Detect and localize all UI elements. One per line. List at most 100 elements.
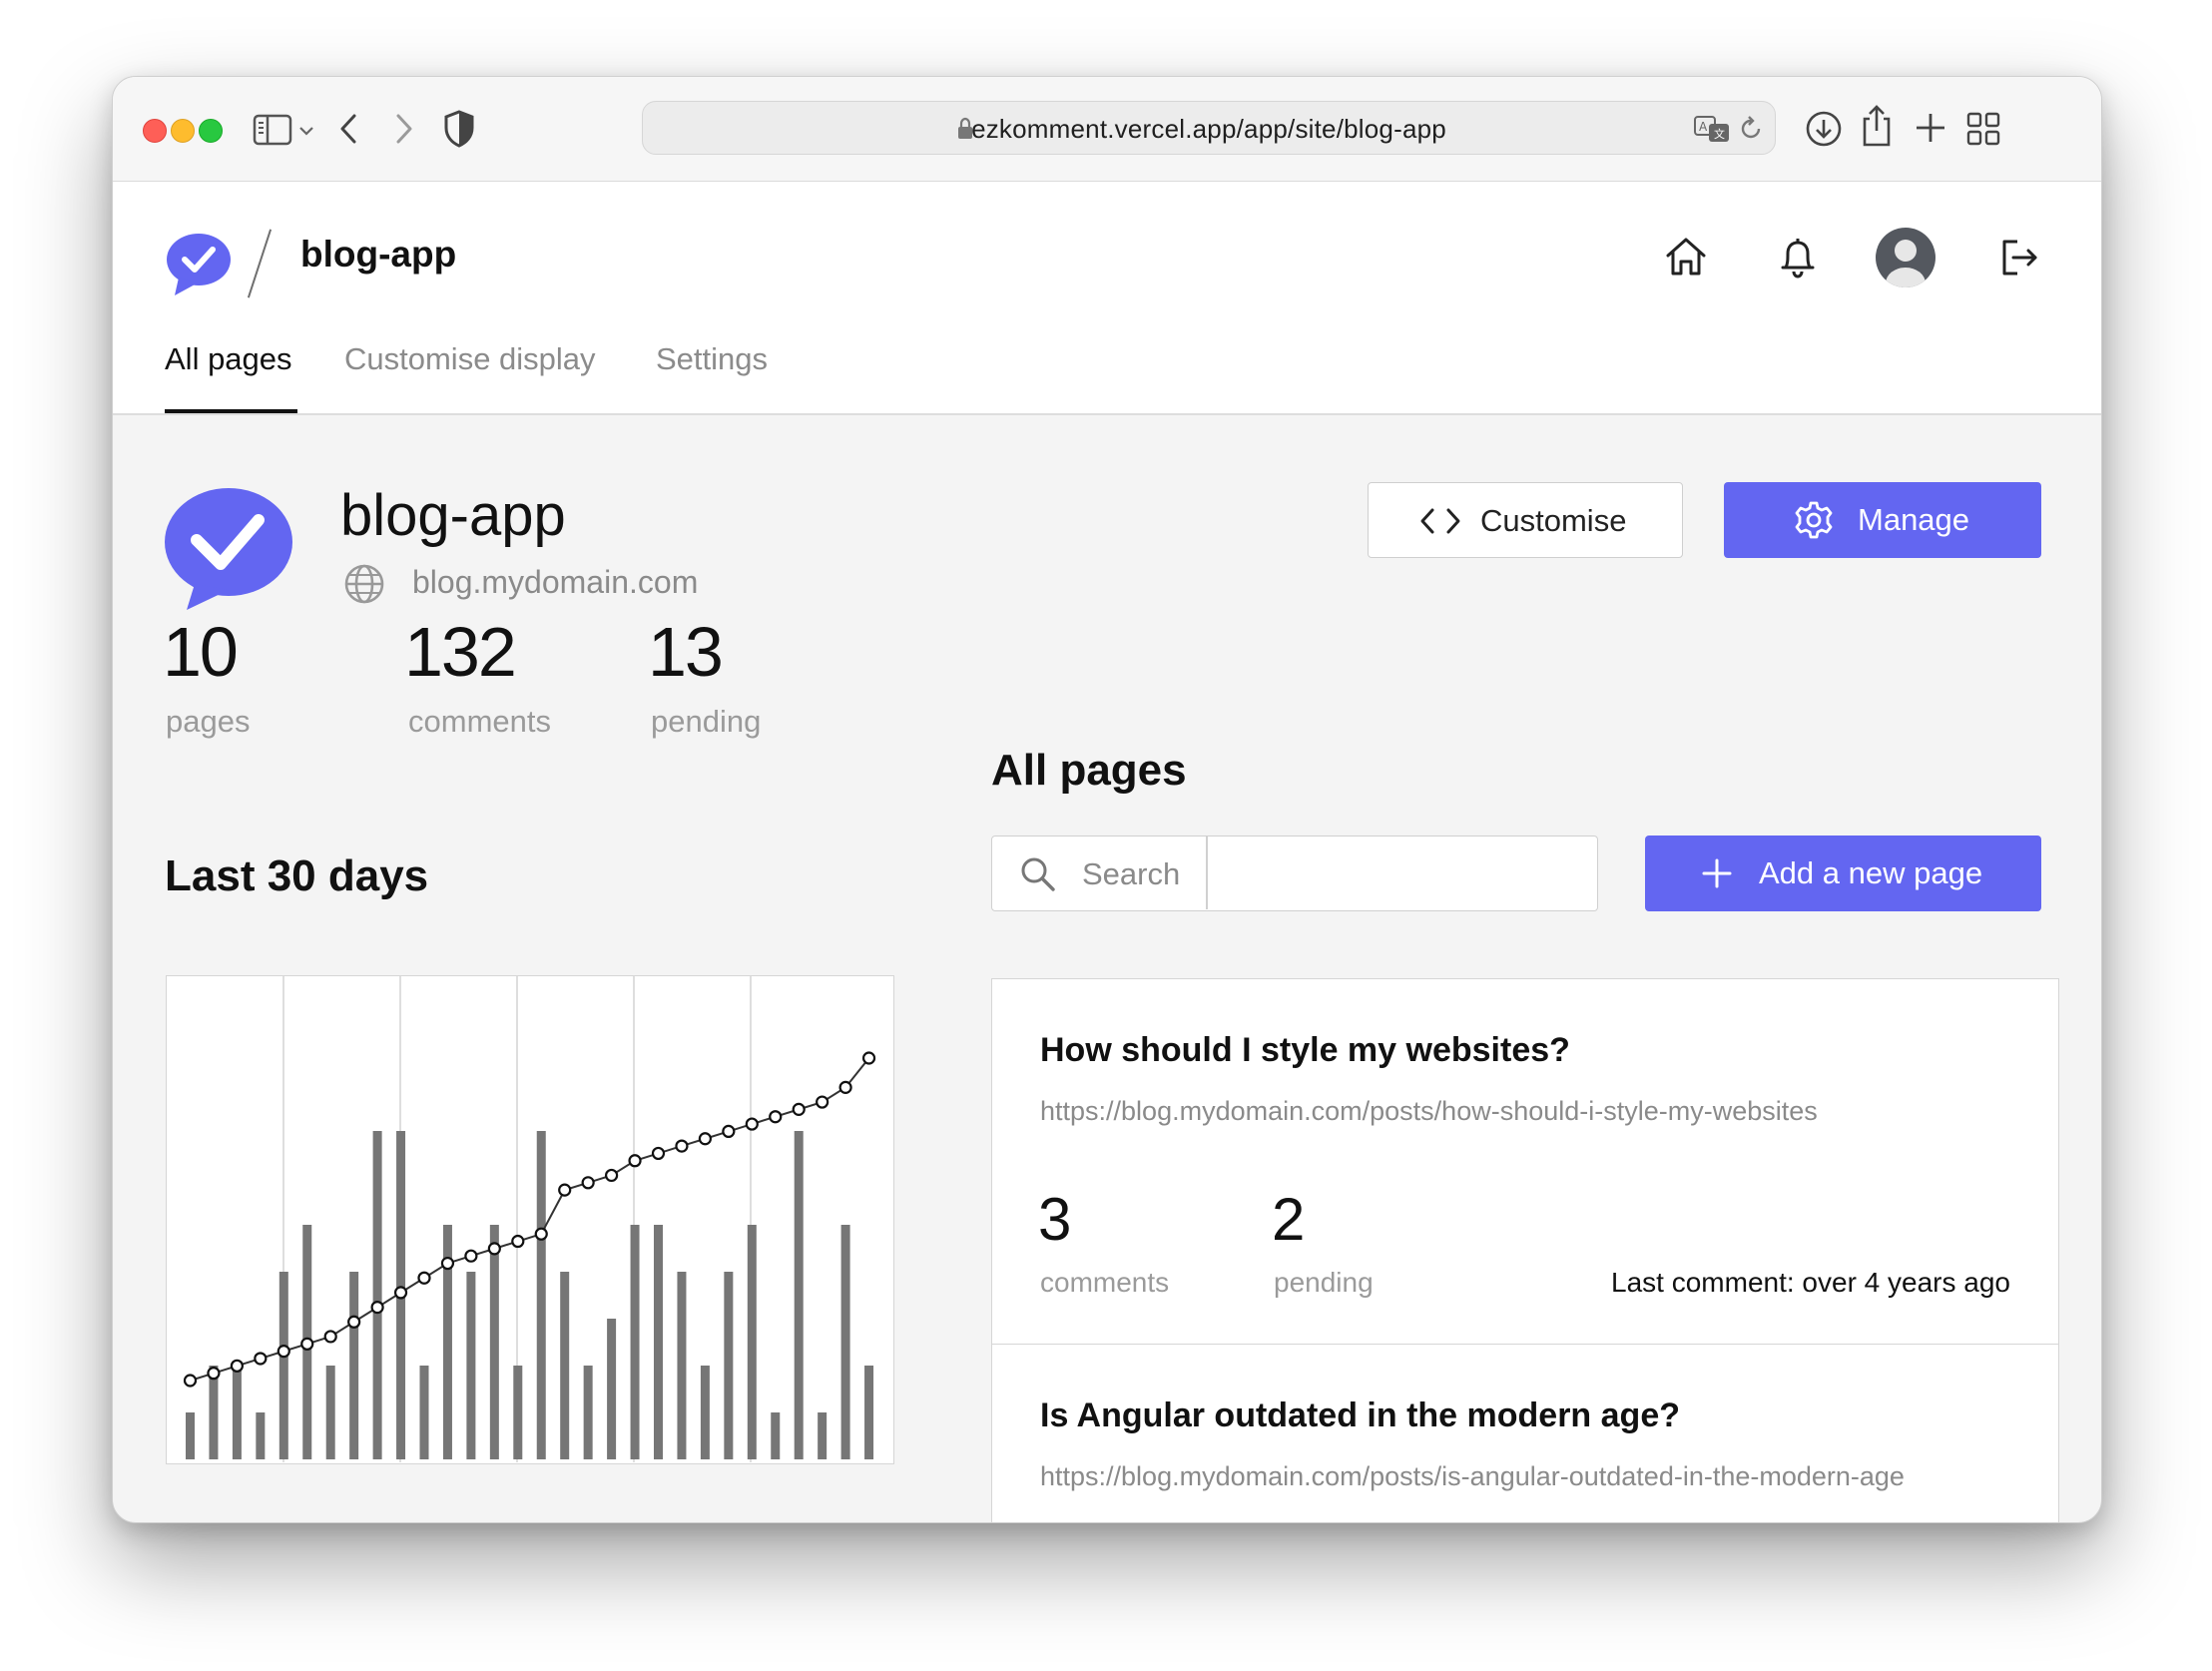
- site-name-breadcrumb[interactable]: blog-app: [300, 234, 456, 276]
- back-icon[interactable]: [334, 111, 364, 147]
- logout-icon[interactable]: [1995, 234, 2043, 281]
- active-tab-indicator: [165, 409, 297, 413]
- svg-text:A: A: [1699, 120, 1708, 134]
- chart-section-title: Last 30 days: [165, 851, 429, 900]
- page-card[interactable]: Is Angular outdated in the modern age? h…: [991, 1344, 2059, 1522]
- tab-overview-icon[interactable]: [1965, 111, 2001, 147]
- chart-point: [792, 1102, 806, 1116]
- chart-bar: [747, 1225, 757, 1459]
- add-page-button[interactable]: Add a new page: [1645, 836, 2041, 911]
- shield-icon[interactable]: [442, 109, 476, 149]
- chart-bar: [840, 1225, 850, 1459]
- chart-point: [323, 1330, 337, 1344]
- manage-button-label: Manage: [1858, 502, 1970, 537]
- chart-point: [511, 1234, 525, 1249]
- chevron-down-icon[interactable]: [296, 121, 316, 141]
- tab-settings[interactable]: Settings: [656, 341, 768, 377]
- address-bar[interactable]: ezkomment.vercel.app/app/site/blog-app A…: [642, 101, 1776, 155]
- chart-bar: [583, 1366, 593, 1459]
- chart-bar: [724, 1272, 734, 1459]
- page-card-last-comment: Last comment: over 4 years ago: [1611, 1267, 2010, 1298]
- chart-bar: [536, 1131, 546, 1459]
- new-tab-icon[interactable]: [1914, 111, 1947, 145]
- forward-icon[interactable]: [388, 111, 418, 147]
- chart-bar: [489, 1225, 499, 1459]
- page-card-url[interactable]: https://blog.mydomain.com/posts/is-angul…: [1040, 1456, 1998, 1496]
- chart-point: [651, 1146, 666, 1161]
- page-card-title[interactable]: How should I style my websites?: [1040, 1031, 1570, 1070]
- chart-point: [581, 1176, 595, 1190]
- ezkomment-logo[interactable]: [165, 230, 233, 299]
- chart-point: [230, 1359, 245, 1373]
- chart-point: [347, 1315, 361, 1329]
- stat-pages-label: pages: [166, 704, 251, 739]
- manage-button[interactable]: Manage: [1724, 482, 2041, 558]
- plus-icon: [1702, 858, 1732, 888]
- customise-button[interactable]: Customise: [1368, 482, 1683, 558]
- chart-bar: [794, 1131, 804, 1459]
- chart-bar: [278, 1272, 288, 1459]
- home-icon[interactable]: [1662, 234, 1710, 281]
- zoom-window-button[interactable]: [199, 119, 223, 143]
- avatar[interactable]: [1874, 226, 1937, 289]
- stat-pending-label: pending: [651, 704, 762, 739]
- search-input[interactable]: Search: [991, 836, 1598, 911]
- chart-bar: [349, 1272, 359, 1459]
- chart-point: [534, 1227, 548, 1241]
- chart-bar: [513, 1366, 523, 1459]
- stat-pages-value: 10: [163, 613, 239, 691]
- stat-pending-value: 13: [648, 613, 724, 691]
- customise-button-label: Customise: [1480, 503, 1627, 538]
- reload-icon[interactable]: [1737, 115, 1765, 143]
- gear-icon: [1795, 501, 1833, 539]
- chart-point: [370, 1300, 384, 1315]
- chart-bar: [818, 1412, 828, 1459]
- download-icon[interactable]: [1804, 109, 1844, 149]
- chart-point: [769, 1110, 783, 1124]
- svg-text:文: 文: [1714, 127, 1725, 141]
- breadcrumb-separator: [247, 229, 273, 298]
- chart-point: [276, 1345, 290, 1359]
- page-card-pending-label: pending: [1274, 1267, 1374, 1298]
- chart-point: [393, 1286, 408, 1300]
- stat-comments-value: 132: [404, 613, 517, 691]
- chart-point: [487, 1242, 501, 1256]
- search-label: Search: [1082, 856, 1181, 891]
- chart-point: [183, 1374, 198, 1388]
- close-window-button[interactable]: [143, 119, 167, 143]
- page-card-comments-label: comments: [1040, 1267, 1170, 1298]
- bell-icon[interactable]: [1774, 234, 1822, 281]
- page-card-url[interactable]: https://blog.mydomain.com/posts/how-shou…: [1040, 1091, 1998, 1131]
- site-logo: [165, 488, 292, 610]
- chart-bar: [466, 1272, 476, 1459]
- tab-customise-display[interactable]: Customise display: [344, 341, 596, 377]
- page-card[interactable]: How should I style my websites? https://…: [991, 978, 2059, 1346]
- main-content: blog-app blog.mydomain.com Customise Man…: [113, 414, 2101, 1522]
- chart-point: [207, 1367, 221, 1381]
- share-icon[interactable]: [1858, 103, 1896, 149]
- chart-point: [558, 1183, 572, 1197]
- chart-point: [861, 1051, 876, 1065]
- activity-chart-svg: [183, 976, 876, 1462]
- search-icon: [1021, 857, 1055, 891]
- chart-point: [745, 1117, 759, 1131]
- tab-all-pages[interactable]: All pages: [165, 341, 292, 377]
- page-card-comments-value: 3: [1038, 1186, 1072, 1253]
- page-card-title[interactable]: Is Angular outdated in the modern age?: [1040, 1396, 1680, 1435]
- browser-window: ezkomment.vercel.app/app/site/blog-app A…: [112, 76, 2102, 1523]
- chart-point: [440, 1256, 455, 1271]
- chart-point: [605, 1168, 619, 1183]
- sidebar-toggle-icon[interactable]: [253, 113, 292, 147]
- chart-bar: [864, 1366, 874, 1459]
- chart-point: [675, 1139, 689, 1153]
- minimize-window-button[interactable]: [171, 119, 195, 143]
- site-domain[interactable]: blog.mydomain.com: [412, 564, 698, 601]
- globe-icon: [344, 564, 384, 604]
- code-icon: [1420, 508, 1460, 534]
- chart-bar: [232, 1366, 242, 1459]
- chart-bar: [771, 1412, 781, 1459]
- chart-bar: [419, 1366, 429, 1459]
- chart-point: [816, 1095, 830, 1109]
- translate-icon[interactable]: A 文: [1693, 114, 1731, 144]
- chart-point: [628, 1154, 642, 1168]
